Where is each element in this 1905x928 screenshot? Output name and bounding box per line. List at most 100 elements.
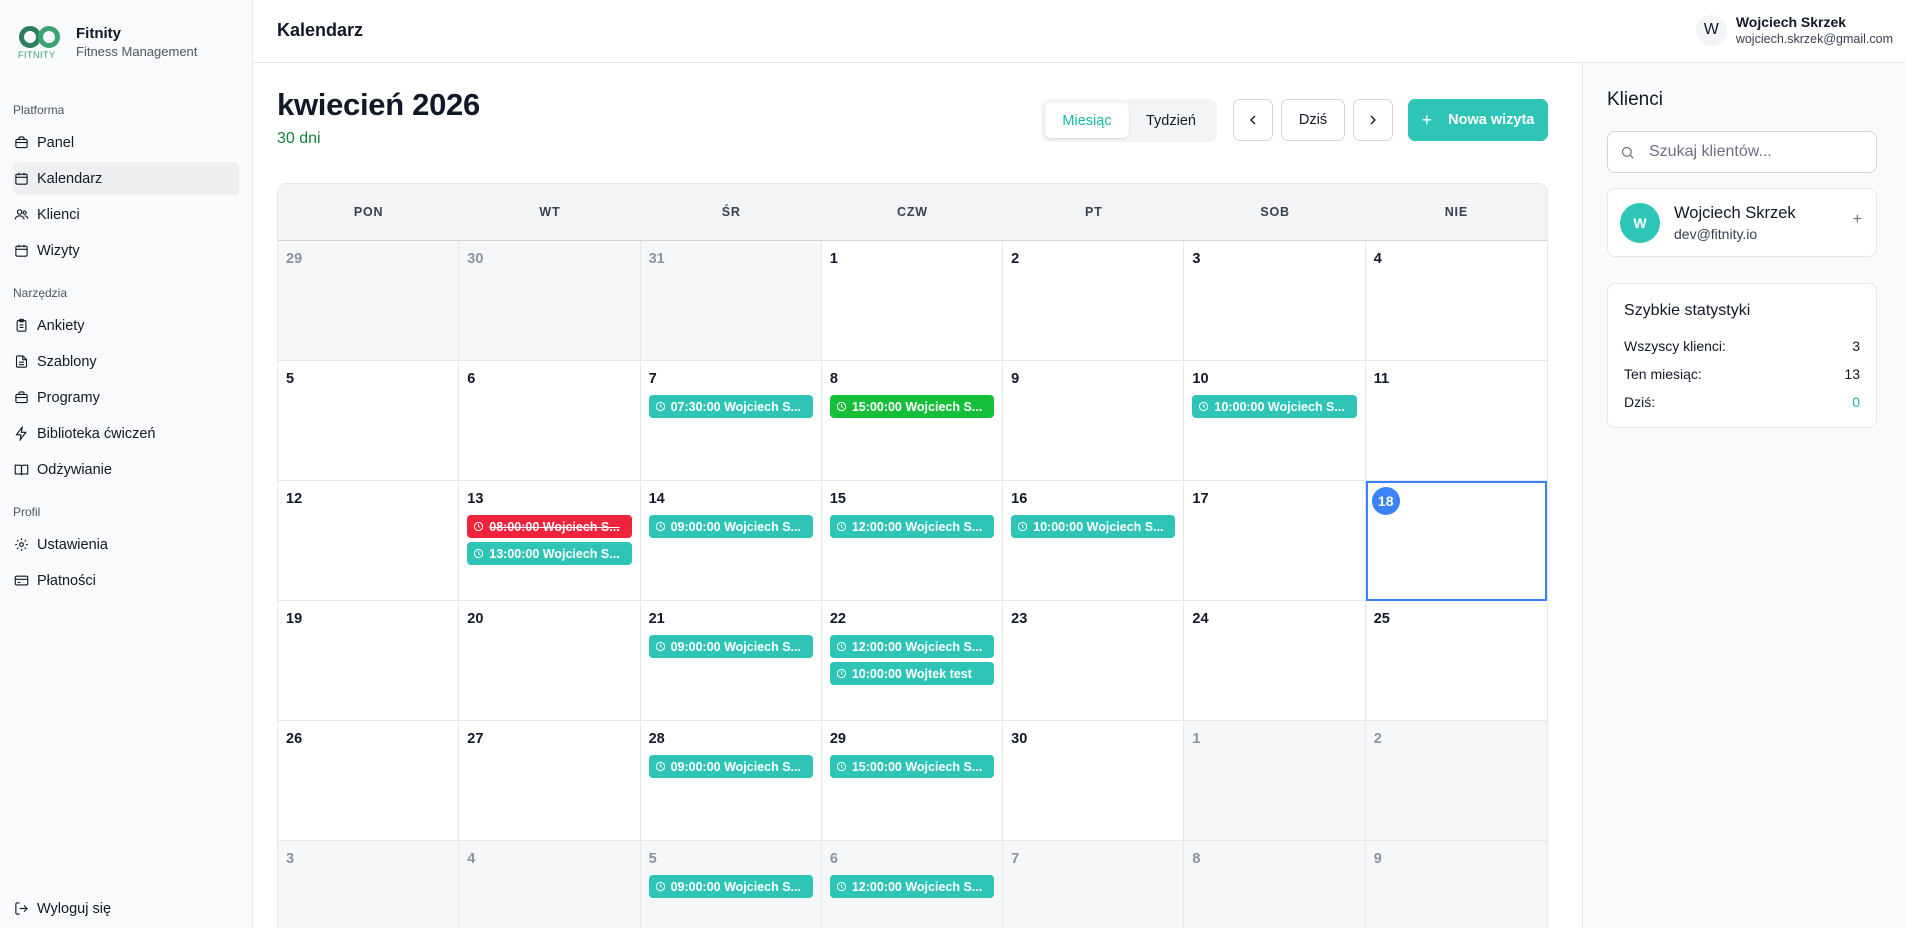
client-search-input[interactable] [1649, 143, 1869, 161]
day-cell[interactable]: 16 10:00:00 Wojciech S... [1003, 481, 1185, 601]
day-cell[interactable]: 28 09:00:00 Wojciech S... [640, 721, 822, 841]
event-label: 12:00:00 Wojciech S... [851, 879, 983, 894]
logout-button[interactable]: Wyloguj się [13, 892, 111, 925]
client-card[interactable]: W Wojciech Skrzek dev@fitnity.io + [1607, 188, 1877, 257]
day-cell[interactable]: 5 09:00:00 Wojciech S... [640, 841, 822, 928]
day-number: 26 [286, 731, 303, 747]
calendar-event[interactable]: 08:00:00 Wojciech S... [467, 515, 632, 538]
calendar-event[interactable]: 12:00:00 Wojciech S... [829, 515, 995, 538]
sidebar-item-ustawienia[interactable]: Ustawienia [13, 528, 239, 561]
day-cell[interactable]: 6 [459, 361, 641, 481]
day-cell[interactable]: 31 [640, 241, 822, 361]
calendar-event[interactable]: 09:00:00 Wojciech S... [648, 875, 813, 898]
day-cell[interactable]: 6 12:00:00 Wojciech S... [821, 841, 1004, 928]
day-cell-today[interactable]: 18 [1365, 481, 1547, 601]
day-cell[interactable]: 7 [1003, 841, 1185, 928]
day-cell[interactable]: 3 [1184, 241, 1366, 361]
sidebar-item-ankiety[interactable]: Ankiety [13, 309, 239, 342]
day-cell[interactable]: 1 [821, 241, 1004, 361]
new-visit-label: Nowa wizyta [1448, 112, 1535, 128]
day-cell[interactable]: 13 08:00:00 Wojciech S... 13:00:00 Wojciec… [459, 481, 641, 601]
day-cell[interactable]: 14 09:00:00 Wojciech S... [640, 481, 822, 601]
sidebar-item-szablony[interactable]: Szablony [13, 345, 239, 378]
calendar-event[interactable]: 07:30:00 Wojciech S... [648, 395, 813, 418]
day-cell[interactable]: 12 [278, 481, 460, 601]
calendar-event[interactable]: 15:00:00 Wojciech S... [829, 755, 995, 778]
day-cell[interactable]: 5 [278, 361, 460, 481]
sidebar-item-label: Klienci [37, 206, 80, 223]
briefcase-icon [14, 135, 29, 150]
day-cell[interactable]: 23 [1003, 601, 1185, 721]
today-button[interactable]: Dziś [1281, 99, 1345, 141]
day-cell[interactable]: 21 09:00:00 Wojciech S... [640, 601, 822, 721]
day-cell[interactable]: 15 12:00:00 Wojciech S... [821, 481, 1004, 601]
file-icon [14, 354, 29, 369]
day-cell[interactable]: 26 [278, 721, 460, 841]
sidebar-item-label: Ustawienia [37, 536, 108, 553]
next-month-button[interactable] [1353, 99, 1393, 141]
day-cell[interactable]: 4 [1365, 241, 1547, 361]
day-cell[interactable]: 22 12:00:00 Wojciech S... 10:00:00 Wojtek … [821, 601, 1004, 721]
weekday-label: NIE [1444, 205, 1468, 219]
prev-month-button[interactable] [1233, 99, 1273, 141]
add-client-icon[interactable]: + [1853, 211, 1862, 229]
day-cell[interactable]: 17 [1184, 481, 1366, 601]
day-cell[interactable]: 2 [1365, 721, 1547, 841]
calendar-event[interactable]: 12:00:00 Wojciech S... [829, 635, 995, 658]
day-cell[interactable]: 9 [1365, 841, 1547, 928]
day-cell[interactable]: 8 15:00:00 Wojciech S... [821, 361, 1004, 481]
view-month-tab[interactable]: Miesiąc [1045, 103, 1129, 138]
calendar-event[interactable]: 15:00:00 Wojciech S... [829, 395, 995, 418]
day-cell[interactable]: 11 [1365, 361, 1547, 481]
sidebar-item-kalendarz[interactable]: Kalendarz [13, 162, 239, 195]
day-cell[interactable]: 10 10:00:00 Wojciech S... [1184, 361, 1366, 481]
sidebar-item-wizyty[interactable]: Wizyty [13, 234, 239, 267]
calendar-event[interactable]: 13:00:00 Wojciech S... [467, 542, 632, 565]
day-cell[interactable]: 7 07:30:00 Wojciech S... [640, 361, 822, 481]
day-cell[interactable]: 30 [1003, 721, 1185, 841]
calendar-event[interactable]: 10:00:00 Wojciech S... [1011, 515, 1176, 538]
logout-icon [14, 901, 29, 916]
day-number: 5 [648, 851, 657, 867]
day-cell[interactable]: 19 [278, 601, 460, 721]
calendar-event[interactable]: 10:00:00 Wojtek test [829, 662, 995, 685]
clock-icon [836, 641, 847, 652]
day-cell[interactable]: 1 [1184, 721, 1366, 841]
calendar-event[interactable]: 09:00:00 Wojciech S... [648, 755, 813, 778]
day-cell[interactable]: 29 15:00:00 Wojciech S... [821, 721, 1004, 841]
calendar-event[interactable]: 10:00:00 Wojciech S... [1192, 395, 1357, 418]
day-cell[interactable]: 30 [459, 241, 641, 361]
sidebar-item-odżywianie[interactable]: Odżywianie [13, 453, 239, 486]
day-cell[interactable]: 24 [1184, 601, 1366, 721]
day-cell[interactable]: 8 [1184, 841, 1366, 928]
sidebar-item-klienci[interactable]: Klienci [13, 198, 239, 231]
new-visit-button[interactable]: + Nowa wizyta [1408, 99, 1548, 141]
day-number: 7 [1011, 851, 1020, 867]
sidebar-item-płatności[interactable]: Płatności [13, 564, 239, 597]
client-avatar: W [1620, 202, 1660, 243]
day-cell[interactable]: 27 [459, 721, 641, 841]
event-label: 12:00:00 Wojciech S... [851, 639, 983, 654]
day-cell[interactable]: 3 [278, 841, 460, 928]
view-week-tab[interactable]: Tydzień [1129, 103, 1213, 138]
day-cell[interactable]: 29 [278, 241, 460, 361]
calendar-event[interactable]: 12:00:00 Wojciech S... [829, 875, 995, 898]
day-cell[interactable]: 2 [1003, 241, 1185, 361]
day-cell[interactable]: 4 [459, 841, 641, 928]
sidebar-item-programy[interactable]: Programy [13, 381, 239, 414]
day-cell[interactable]: 20 [459, 601, 641, 721]
user-name: Wojciech Skrzek [1735, 14, 1847, 30]
client-email: dev@fitnity.io [1674, 225, 1758, 242]
calendar-event[interactable]: 09:00:00 Wojciech S... [648, 515, 813, 538]
user-menu[interactable]: W Wojciech Skrzek wojciech.skrzek@gmail.… [1695, 14, 1893, 46]
day-number: 31 [648, 251, 665, 267]
day-cell[interactable]: 25 [1365, 601, 1547, 721]
calendar-event[interactable]: 09:00:00 Wojciech S... [648, 635, 813, 658]
sidebar-item-panel[interactable]: Panel [13, 126, 239, 159]
sidebar-item-biblioteka-ćwiczeń[interactable]: Biblioteka ćwiczeń [13, 417, 239, 450]
clock-icon [836, 521, 847, 532]
stat-label: Wszyscy klienci: [1624, 338, 1726, 354]
day-cell[interactable]: 9 [1003, 361, 1185, 481]
day-number: 17 [1192, 491, 1209, 507]
day-number: 7 [648, 371, 657, 387]
